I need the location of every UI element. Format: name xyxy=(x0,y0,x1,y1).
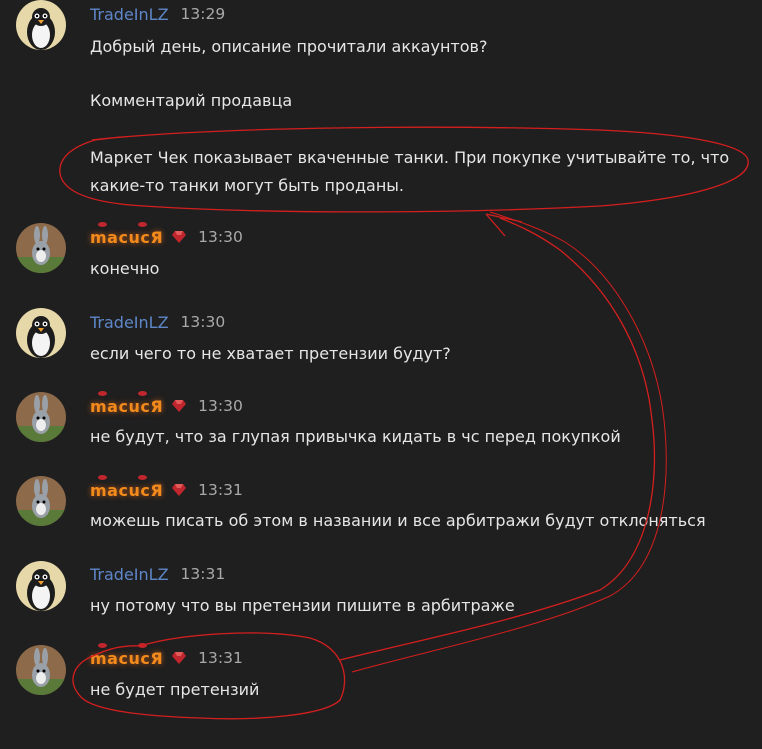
message-text: Комментарий продавца xyxy=(90,91,293,110)
timestamp: 13:31 xyxy=(198,649,243,667)
username[interactable]: macucЯ xyxy=(90,474,163,500)
message-header: macucЯ 13:30 xyxy=(90,221,243,248)
timestamp: 13:30 xyxy=(180,313,226,331)
message-text: не будет претензий xyxy=(90,680,260,699)
message-text: Маркет Чек показывает вкаченные танки. П… xyxy=(90,148,730,167)
timestamp: 13:31 xyxy=(198,481,243,499)
penguin-avatar-icon[interactable] xyxy=(16,561,66,611)
annotation-ellipse-bottom xyxy=(72,632,346,720)
red-gem-icon xyxy=(172,231,187,243)
message-header: TradeInLZ 13:29 xyxy=(90,3,225,25)
username[interactable]: macucЯ xyxy=(90,642,163,668)
username[interactable]: macucЯ xyxy=(90,390,163,416)
message-text: ну потому что вы претензии пишите в арби… xyxy=(90,596,515,615)
message-header: macucЯ 13:31 xyxy=(90,642,243,669)
message-header: TradeInLZ 13:30 xyxy=(90,311,225,333)
timestamp: 13:30 xyxy=(198,397,243,415)
message-text: можешь писать об этом в названии и все а… xyxy=(90,511,706,530)
timestamp: 13:29 xyxy=(180,5,226,23)
red-gem-icon xyxy=(172,400,187,412)
annotation-ellipse-top xyxy=(59,126,749,213)
username[interactable]: TradeInLZ xyxy=(90,5,169,24)
username[interactable]: macucЯ xyxy=(90,221,163,247)
message-header: macucЯ 13:30 xyxy=(90,390,243,417)
annotation-arrowhead xyxy=(485,213,523,237)
bunny-avatar-icon[interactable] xyxy=(16,223,66,273)
timestamp: 13:31 xyxy=(180,565,226,583)
timestamp: 13:30 xyxy=(198,228,243,246)
red-gem-icon xyxy=(172,652,187,664)
message-text: конечно xyxy=(90,259,160,278)
message-text: какие-то танки могут быть проданы. xyxy=(90,176,405,195)
message-text: Добрый день, описание прочитали аккаунто… xyxy=(90,37,488,56)
bunny-avatar-icon[interactable] xyxy=(16,645,66,695)
penguin-avatar-icon[interactable] xyxy=(16,0,66,50)
penguin-avatar-icon[interactable] xyxy=(16,308,66,358)
bunny-avatar-icon[interactable] xyxy=(16,476,66,526)
username[interactable]: TradeInLZ xyxy=(90,565,169,584)
message-header: macucЯ 13:31 xyxy=(90,474,243,501)
bunny-avatar-icon[interactable] xyxy=(16,392,66,442)
message-header: TradeInLZ 13:31 xyxy=(90,563,225,585)
message-text: если чего то не хватает претензии будут? xyxy=(90,344,451,363)
annotation-overlay xyxy=(59,126,749,720)
red-gem-icon xyxy=(172,484,187,496)
message-text: не будут, что за глупая привычка кидать … xyxy=(90,427,621,446)
username[interactable]: TradeInLZ xyxy=(90,313,169,332)
